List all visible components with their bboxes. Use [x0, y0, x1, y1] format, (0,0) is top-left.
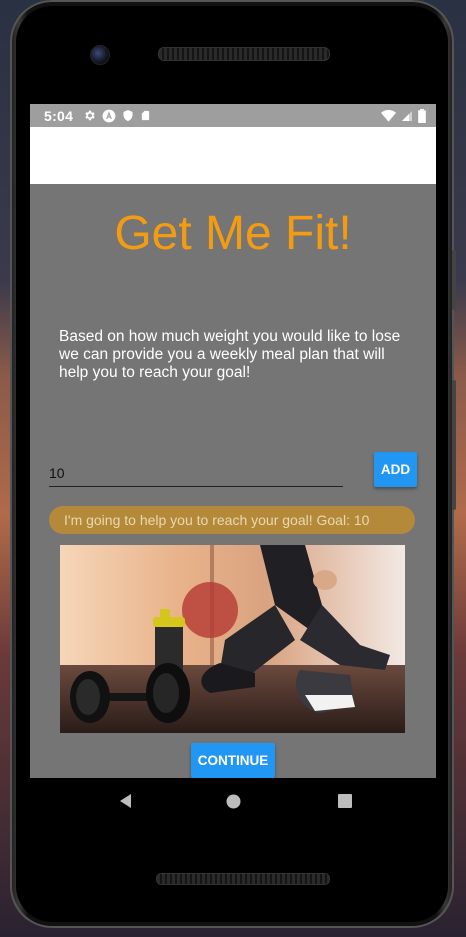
font-icon	[102, 109, 116, 122]
recents-icon[interactable]	[330, 786, 360, 816]
shield-icon	[123, 110, 133, 121]
top-speaker	[158, 47, 330, 61]
front-camera	[90, 45, 110, 65]
add-button[interactable]: ADD	[374, 452, 417, 487]
device-screen: 5:04 Get Me Fit! Based on how much weigh…	[30, 104, 436, 778]
fitness-photo	[60, 545, 405, 733]
wifi-icon	[381, 109, 396, 122]
navigation-bar	[30, 778, 436, 826]
goal-input[interactable]	[49, 460, 343, 487]
page-title: Get Me Fit!	[114, 207, 352, 260]
main-content: Get Me Fit! Based on how much weight you…	[30, 184, 436, 778]
goal-message: I'm going to help you to reach your goal…	[49, 506, 415, 534]
description-text: Based on how much weight you would like …	[59, 328, 401, 381]
sd-card-icon	[142, 110, 150, 121]
back-icon[interactable]	[110, 786, 140, 816]
app-bar	[30, 127, 436, 184]
battery-icon	[418, 108, 426, 123]
signal-icon	[402, 110, 412, 121]
status-bar: 5:04	[30, 104, 436, 127]
volume-button	[452, 380, 456, 510]
status-time: 5:04	[44, 107, 74, 124]
bottom-speaker	[156, 873, 330, 885]
power-button	[452, 250, 456, 310]
home-icon[interactable]	[218, 786, 248, 816]
gear-icon	[85, 110, 95, 121]
continue-button[interactable]: CONTINUE	[191, 743, 275, 778]
